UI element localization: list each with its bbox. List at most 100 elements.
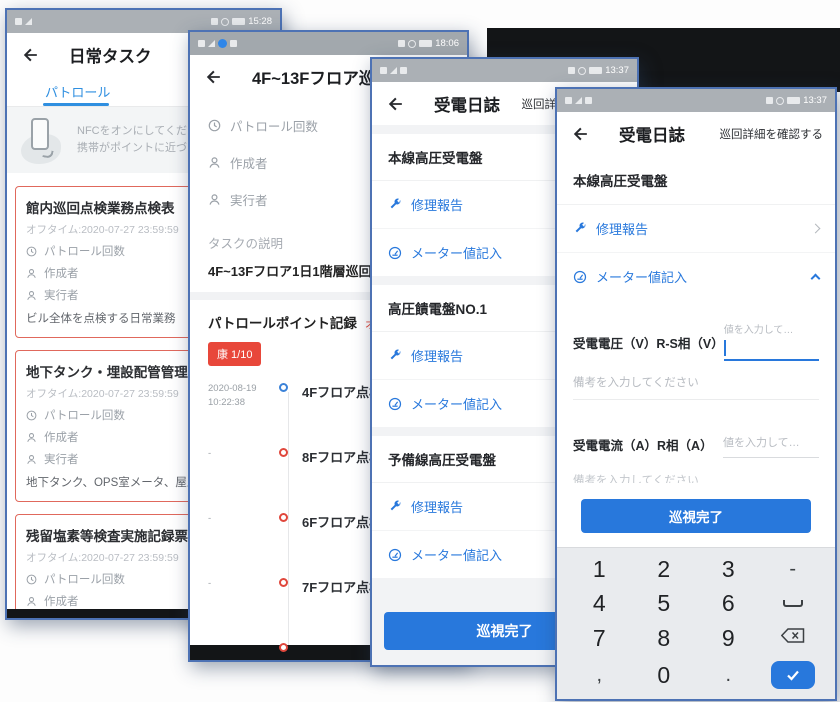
notification-icon (565, 97, 572, 104)
task-meta-label: 実行者 (44, 290, 79, 302)
back-arrow-icon[interactable] (386, 94, 406, 114)
wrench-icon (390, 349, 401, 359)
tab-patrol[interactable]: パトロール (45, 82, 110, 101)
wifi-icon (398, 40, 406, 47)
creator-label: 作成者 (230, 157, 268, 171)
repair-report-label: 修理報告 (411, 198, 464, 213)
key-9[interactable]: 9 (722, 626, 735, 650)
gauge-icon (573, 270, 587, 283)
focused-underline (723, 359, 819, 361)
timeline-date: - (208, 578, 212, 589)
clock-icon (26, 574, 37, 584)
battery-icon (232, 18, 246, 25)
key-backspace-icon[interactable] (780, 627, 805, 649)
wrench-icon (390, 198, 401, 208)
phone-screen-meter-entry: 13:37 受電日誌 巡回詳細を確認する 本線高圧受電盤 修理報告 メーター値記… (555, 87, 837, 701)
wifi-icon (766, 97, 774, 104)
current-input[interactable]: 値を入力して… (723, 422, 819, 458)
wrench-icon (390, 500, 401, 510)
key-space-icon[interactable] (782, 600, 803, 608)
task-meta-label: パトロール回数 (44, 410, 125, 422)
gauge-icon (388, 397, 402, 410)
timeline-dot-pending (279, 643, 288, 652)
key-period[interactable]: . (725, 665, 731, 685)
task-meta-label: パトロール回数 (44, 246, 125, 258)
key-7[interactable]: 7 (593, 626, 606, 650)
key-confirm-icon[interactable] (770, 661, 815, 690)
text-caret (723, 340, 726, 356)
status-time: 13:37 (803, 95, 827, 106)
numeric-keypad: 1 2 3 - 4 5 6 7 8 9 , 0 . (557, 547, 835, 699)
person-icon (27, 432, 36, 442)
voltage-note-input[interactable]: 備考を入力してください (573, 374, 819, 400)
patrol-detail-link[interactable]: 巡回詳細を確認する (720, 126, 824, 142)
page-title: 受電日誌 (434, 96, 500, 115)
progress-badge: 康 1/10 (208, 342, 262, 366)
back-arrow-icon[interactable] (204, 67, 224, 87)
page-title: 日常タスク (69, 47, 152, 66)
panel-title: 本線高圧受電盤 (557, 155, 835, 205)
current-field-label: 受電電流（A）R相（A） (573, 439, 713, 453)
patrol-complete-button[interactable]: 巡視完了 (581, 499, 811, 533)
key-minus[interactable]: - (789, 559, 796, 579)
notification-icon (15, 18, 22, 25)
alarm-icon (408, 39, 417, 48)
meter-entry-label: メーター値記入 (411, 548, 503, 563)
current-note-input-clipped[interactable]: 備考を入力してください (573, 472, 819, 483)
task-meta-label: 作成者 (44, 432, 79, 444)
phone-nfc-icon (21, 116, 65, 164)
key-comma[interactable]: , (596, 665, 602, 685)
patrol-count-label: パトロール回数 (230, 120, 318, 134)
chevron-up-icon (810, 273, 821, 283)
status-time: 13:37 (605, 65, 629, 76)
sim-icon (585, 97, 592, 104)
signal-icon (390, 67, 397, 74)
clock-icon (26, 410, 37, 420)
person-icon (27, 596, 36, 606)
timeline-date: 2020-08-19 (208, 383, 257, 394)
sim-icon (400, 67, 407, 74)
key-4[interactable]: 4 (593, 592, 606, 615)
meter-form: 受電電圧（V）R-S相（V） 値を入力して… 備考を入力してください 受電電流（… (557, 300, 835, 483)
key-8[interactable]: 8 (657, 626, 670, 650)
task-meta-label: パトロール回数 (44, 574, 125, 586)
wrench-icon (575, 222, 586, 232)
chevron-right-icon (810, 223, 821, 234)
status-bar: 13:37 (557, 89, 835, 112)
key-5[interactable]: 5 (657, 592, 670, 615)
voltage-input[interactable]: 値を入力して… (723, 320, 819, 361)
clock-icon (26, 246, 37, 256)
status-bar: 13:37 (372, 59, 637, 82)
key-0[interactable]: 0 (657, 663, 670, 687)
voltage-input-placeholder: 値を入力して… (723, 325, 794, 336)
app-header: 受電日誌 巡回詳細を確認する (557, 112, 835, 155)
back-arrow-icon[interactable] (571, 124, 591, 144)
key-3[interactable]: 3 (722, 557, 735, 581)
battery-icon (419, 40, 433, 47)
key-1[interactable]: 1 (593, 557, 606, 581)
repair-report-item[interactable]: 修理報告 (557, 205, 835, 253)
task-meta-label: 実行者 (44, 454, 79, 466)
clock-icon (208, 119, 221, 132)
key-6[interactable]: 6 (722, 592, 735, 615)
person-icon (209, 157, 220, 168)
repair-report-label: 修理報告 (596, 222, 649, 237)
person-icon (27, 290, 36, 300)
timeline-date: - (208, 513, 212, 524)
bluetooth-icon (218, 39, 227, 48)
back-arrow-icon[interactable] (21, 45, 41, 65)
tab-active-underline (43, 103, 109, 106)
person-icon (209, 194, 220, 205)
key-2[interactable]: 2 (657, 557, 670, 581)
meter-entry-item-expanded[interactable]: メーター値記入 (557, 253, 835, 300)
notification-icon (380, 67, 387, 74)
screenshot-collage: 15:28 日常タスク パトロール NFCをオンにしてください 携帯がポイントに… (0, 0, 840, 702)
status-bar: 18:06 (190, 32, 467, 55)
page-title: 受電日誌 (619, 126, 685, 145)
signal-icon (25, 18, 32, 25)
sim-icon (230, 40, 237, 47)
meter-entry-label: メーター値記入 (411, 397, 503, 412)
task-meta-label: 作成者 (44, 596, 79, 608)
timeline-date: - (208, 448, 212, 459)
person-icon (27, 268, 36, 278)
